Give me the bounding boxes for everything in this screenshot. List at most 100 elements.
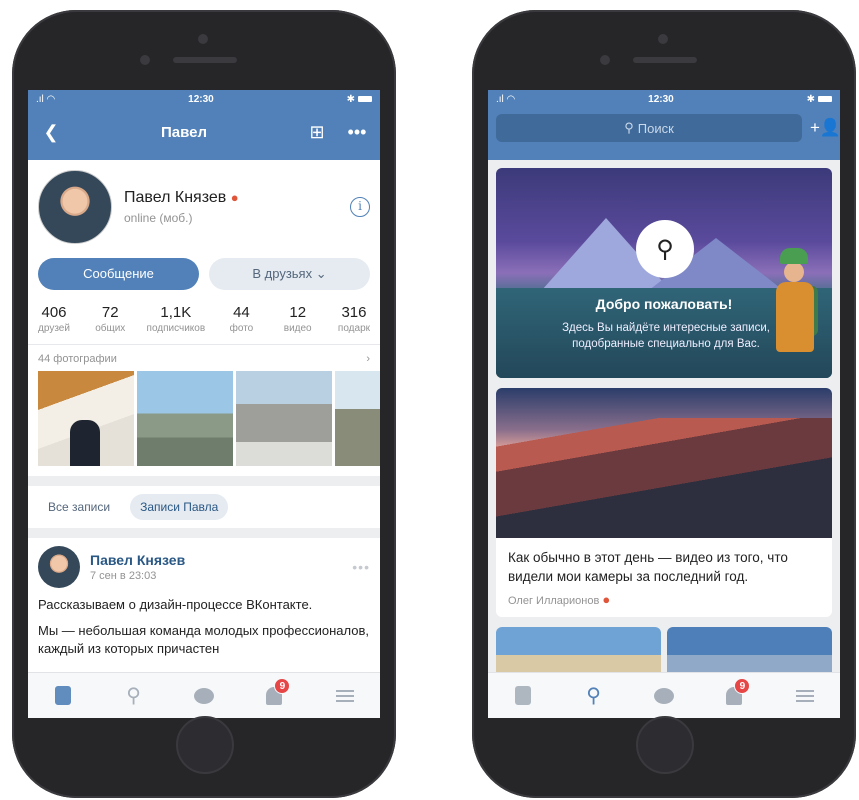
post-text-line: Мы — небольшая команда молодых профессио… [38, 623, 369, 656]
earpiece [633, 57, 697, 63]
post-author[interactable]: Павел Князев [90, 552, 352, 568]
tab-notifications[interactable]: 9 [716, 677, 752, 714]
divider [28, 528, 380, 538]
battery-icon: ✱ [807, 94, 832, 105]
back-icon[interactable]: ❮ [38, 122, 64, 143]
filter-all-posts[interactable]: Все записи [38, 494, 120, 520]
hiker-illustration [772, 248, 818, 378]
profile-name: Павел Князев [124, 189, 227, 206]
tab-messages[interactable] [186, 678, 222, 714]
tab-news[interactable] [505, 678, 541, 714]
post-image[interactable] [496, 388, 832, 538]
news-icon [515, 686, 532, 705]
search-input[interactable]: ⚲ Поиск [496, 114, 802, 142]
tab-messages[interactable] [646, 678, 682, 714]
home-button[interactable] [176, 716, 234, 774]
front-camera [600, 55, 610, 65]
message-button[interactable]: Сообщение [38, 258, 199, 290]
post-body: Рассказываем о дизайн-процессе ВКонтакте… [28, 596, 380, 658]
tab-bar: ⚲ 9 [488, 672, 840, 718]
menu-icon [335, 689, 354, 702]
profile-screen: .ıl ◠ 12:30 ✱ ❮ Павел ⊞ ••• Павел Князев… [28, 90, 380, 718]
search-icon: ⚲ [586, 685, 601, 707]
add-user-icon[interactable]: +👤 [810, 118, 840, 138]
flame-icon: ● [230, 190, 239, 205]
stat-videos[interactable]: 12 видео [278, 304, 318, 334]
signal-icon: .ıl ◠ [496, 93, 516, 105]
stat-value: 406 [41, 304, 67, 321]
wall-filters: Все записи Записи Павла [28, 486, 380, 528]
search-icon: ⚲ [624, 120, 634, 135]
post-text-line: Рассказываем о дизайн-процессе ВКонтакте… [38, 597, 313, 612]
notification-badge: 9 [274, 677, 291, 694]
photo-thumbnail[interactable] [236, 371, 332, 466]
filter-own-posts[interactable]: Записи Павла [130, 494, 229, 520]
stat-mutual[interactable]: 72 общих [90, 304, 130, 334]
stat-value: 72 [101, 304, 119, 321]
tab-menu[interactable] [327, 678, 363, 714]
feed-post-card[interactable]: Как обычно в этот день — видео из того, … [496, 388, 832, 617]
photo-thumbnail[interactable] [137, 371, 233, 466]
tab-search[interactable]: ⚲ [116, 678, 152, 714]
home-button[interactable] [636, 716, 694, 774]
stat-label: подарк [337, 323, 371, 334]
page-title: Павел [160, 123, 208, 141]
stat-value: 1,1K [160, 304, 192, 321]
messages-icon [193, 687, 214, 704]
tab-menu[interactable] [787, 678, 823, 714]
stat-value: 316 [341, 304, 367, 321]
photos-count: 44 фотографии [38, 353, 117, 365]
post-more-icon[interactable]: ••• [352, 559, 370, 575]
welcome-card[interactable]: ⚲ Добро пожаловать! Здесь Вы найдёте инт… [496, 168, 832, 378]
earpiece [173, 57, 237, 63]
news-icon [55, 686, 72, 705]
photo-thumbnail[interactable] [335, 371, 380, 466]
post-header: Павел Князев 7 сен в 23:03 ••• [28, 538, 380, 596]
avatar[interactable] [38, 170, 112, 244]
tab-news[interactable] [45, 678, 81, 714]
phone-feed: .ıl ◠ 12:30 ✱ ⚲ Поиск +👤 ⚲ Добро пожалов… [472, 10, 856, 798]
search-icon: ⚲ [126, 685, 141, 707]
photos-header[interactable]: 44 фотографии › [28, 345, 380, 371]
search-row: ⚲ Поиск +👤 [488, 108, 840, 148]
sensor [198, 34, 208, 44]
tab-search[interactable]: ⚲ [576, 678, 612, 714]
flame-icon: ● [602, 592, 611, 607]
more-icon[interactable]: ••• [344, 122, 370, 143]
stat-photos[interactable]: 44 фото [221, 304, 261, 334]
chevron-right-icon: › [366, 353, 370, 365]
stat-friends[interactable]: 406 друзей [34, 304, 74, 334]
stat-label: подписчиков [146, 323, 206, 334]
post-avatar[interactable] [38, 546, 80, 588]
action-buttons: Сообщение В друзьях ⌄ [28, 254, 380, 300]
profile-name-row: Павел Князев ● [124, 189, 350, 207]
status-bar: .ıl ◠ 12:30 ✱ [28, 90, 380, 108]
tab-notifications[interactable]: 9 [256, 677, 292, 714]
friends-button[interactable]: В друзьях ⌄ [209, 258, 370, 290]
search-icon: ⚲ [636, 220, 694, 278]
search-placeholder: Поиск [637, 120, 674, 136]
online-status: online (моб.) [124, 211, 193, 225]
photo-strip [28, 371, 380, 466]
profile-header: Павел Князев ● online (моб.) i [28, 160, 380, 254]
status-bar: .ıl ◠ 12:30 ✱ [488, 90, 840, 108]
phone-profile: .ıl ◠ 12:30 ✱ ❮ Павел ⊞ ••• Павел Князев… [12, 10, 396, 798]
notification-badge: 9 [734, 677, 751, 694]
stat-label: фото [229, 323, 254, 334]
photo-thumbnail[interactable] [38, 371, 134, 466]
stat-gifts[interactable]: 316 подарк [334, 304, 374, 334]
stat-value: 12 [289, 304, 307, 321]
post-author-row: Олег Илларионов ● [508, 592, 820, 607]
stat-label: общих [95, 323, 126, 334]
battery-icon: ✱ [347, 94, 372, 105]
post-author[interactable]: Олег Илларионов [508, 595, 599, 607]
info-icon[interactable]: i [350, 197, 370, 217]
welcome-text: Здесь Вы найдёте интересные записи, подо… [562, 322, 770, 350]
gift-icon[interactable]: ⊞ [304, 122, 330, 143]
stat-label: друзей [38, 323, 70, 334]
post-text: Как обычно в этот день — видео из того, … [508, 550, 788, 584]
top-bar: .ıl ◠ 12:30 ✱ ⚲ Поиск +👤 [488, 90, 840, 160]
status-time: 12:30 [648, 93, 674, 105]
stat-followers[interactable]: 1,1K подписчиков [147, 304, 206, 334]
feed-screen: .ıl ◠ 12:30 ✱ ⚲ Поиск +👤 ⚲ Добро пожалов… [488, 90, 840, 718]
